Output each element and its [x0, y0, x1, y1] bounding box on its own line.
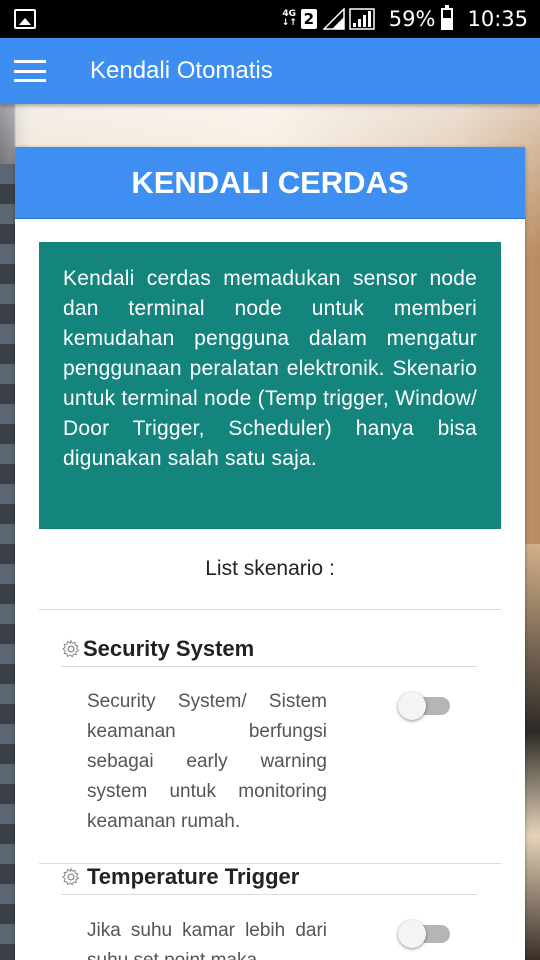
divider — [39, 609, 501, 610]
status-bar: 4G ↓↑ 2 59% 10:35 — [0, 0, 540, 38]
security-system-toggle[interactable] — [398, 691, 454, 720]
temperature-trigger-toggle[interactable] — [398, 919, 454, 948]
signal-sim1-icon — [322, 8, 345, 30]
gear-icon — [62, 639, 80, 658]
scenario-header-security: Security System — [61, 636, 477, 667]
battery-icon — [441, 5, 454, 30]
smart-control-card: KENDALI CERDAS Kendali cerdas memadukan … — [15, 147, 525, 960]
app-title: Kendali Otomatis — [90, 57, 273, 84]
scenario-header-temperature: Temperature Trigger — [61, 864, 477, 895]
scenario-title: Temperature Trigger — [87, 864, 300, 889]
info-box: Kendali cerdas memadukan sensor node dan… — [39, 242, 501, 529]
battery-percent: 59% — [388, 7, 436, 31]
hamburger-menu-icon[interactable] — [14, 60, 46, 82]
gear-icon — [62, 867, 80, 886]
scenario-title: Security System — [83, 636, 255, 661]
signal-sim2-icon — [349, 8, 375, 30]
scenario-list-title: List skenario : — [205, 557, 335, 580]
sim-slot-icon: 2 — [300, 9, 317, 29]
network-type-icon: 4G ↓↑ — [281, 9, 297, 28]
clock: 10:35 — [467, 7, 528, 31]
scenario-description: Security System/ Sistem keamanan berfung… — [87, 691, 327, 832]
scenario-description: Jika suhu kamar lebih dari suhu set poin… — [87, 920, 327, 960]
gallery-notification-icon — [14, 9, 36, 29]
card-header: KENDALI CERDAS — [15, 147, 525, 219]
app-bar: Kendali Otomatis — [0, 38, 540, 104]
